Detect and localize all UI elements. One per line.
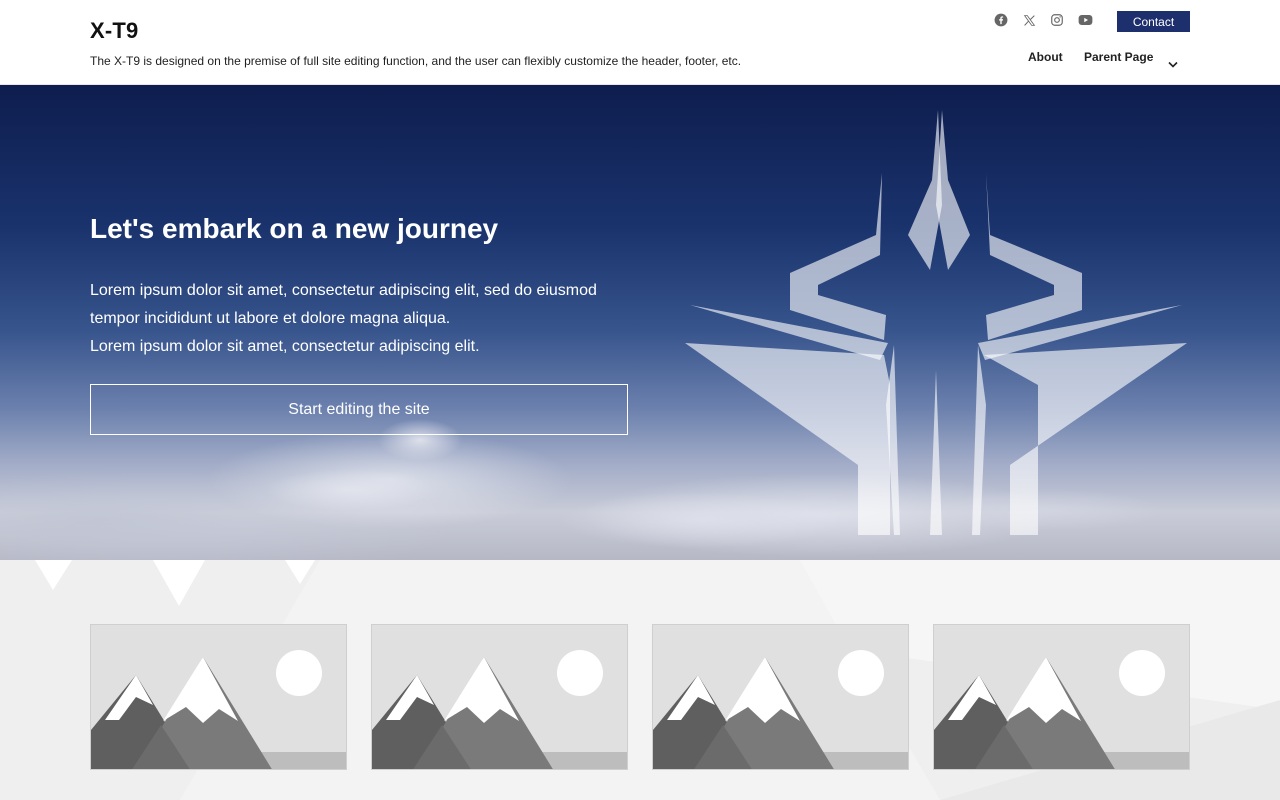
chevron-down-icon[interactable] bbox=[1166, 57, 1180, 71]
placeholder-image bbox=[934, 625, 1189, 769]
x-t9-logo-emblem bbox=[685, 110, 1187, 535]
site-header: X-T9 The X-T9 is designed on the premise… bbox=[0, 0, 1280, 85]
hero-description: Lorem ipsum dolor sit amet, consectetur … bbox=[90, 277, 650, 361]
hero-description-line: tempor incididunt ut labore et dolore ma… bbox=[90, 310, 451, 327]
site-tagline: The X-T9 is designed on the premise of f… bbox=[90, 54, 742, 68]
hero-title: Let's embark on a new journey bbox=[90, 213, 499, 244]
image-card[interactable] bbox=[933, 624, 1190, 770]
hero-description-line: Lorem ipsum dolor sit amet, consectetur … bbox=[90, 282, 597, 299]
youtube-icon[interactable] bbox=[1076, 11, 1094, 29]
featured-images-section bbox=[0, 560, 1280, 800]
facebook-icon[interactable] bbox=[992, 11, 1010, 29]
placeholder-image bbox=[372, 625, 627, 769]
image-card[interactable] bbox=[371, 624, 628, 770]
image-card[interactable] bbox=[90, 624, 347, 770]
nav-item-parent-page[interactable]: Parent Page bbox=[1084, 50, 1153, 64]
hero-description-line: Lorem ipsum dolor sit amet, consectetur … bbox=[90, 338, 480, 355]
nav-item-about[interactable]: About bbox=[1028, 50, 1063, 64]
x-twitter-icon[interactable] bbox=[1020, 11, 1038, 29]
contact-button[interactable]: Contact bbox=[1117, 11, 1190, 32]
instagram-icon[interactable] bbox=[1048, 11, 1066, 29]
start-editing-button[interactable]: Start editing the site bbox=[90, 384, 628, 435]
site-title[interactable]: X-T9 bbox=[90, 18, 138, 44]
placeholder-image bbox=[653, 625, 908, 769]
image-card[interactable] bbox=[652, 624, 909, 770]
placeholder-image bbox=[91, 625, 346, 769]
hero-section: Let's embark on a new journey Lorem ipsu… bbox=[0, 85, 1280, 560]
